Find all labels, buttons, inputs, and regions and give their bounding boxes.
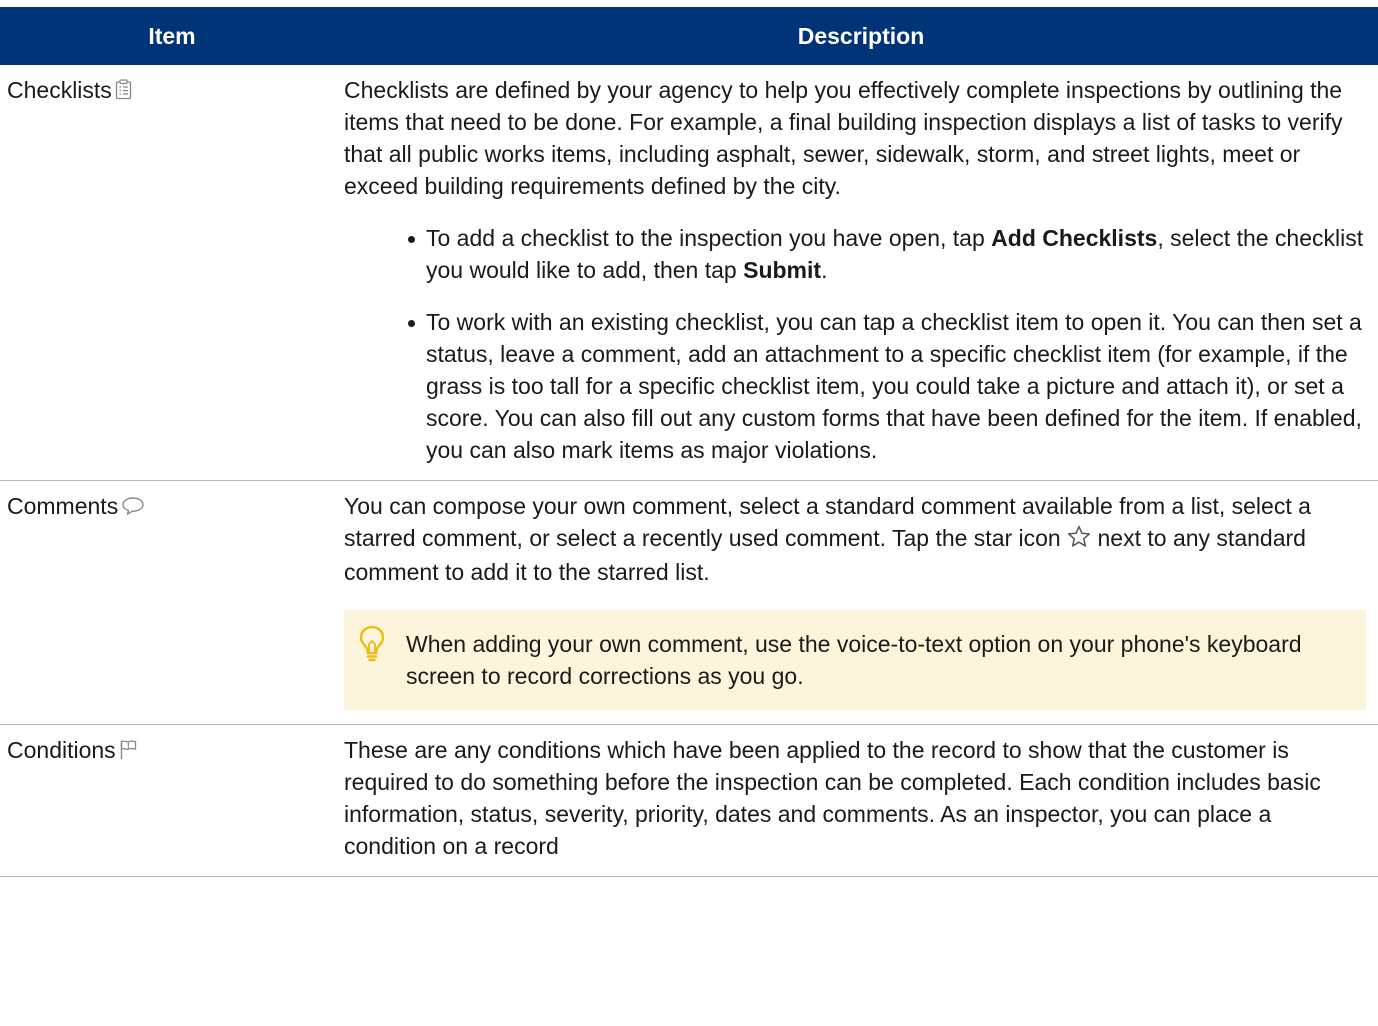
- description-paragraph: These are any conditions which have been…: [344, 737, 1321, 859]
- list-item: To work with an existing checklist, you …: [344, 306, 1366, 466]
- item-label: Comments: [7, 493, 119, 519]
- bullet-list: To add a checklist to the inspection you…: [344, 222, 1366, 466]
- description-cell: Checklists are defined by your agency to…: [344, 65, 1378, 481]
- column-header-item: Item: [0, 6, 344, 65]
- table-header-row: Item Description: [0, 6, 1378, 65]
- item-label: Checklists: [7, 77, 112, 103]
- table-row-comments: Comments You can compose your own commen…: [0, 480, 1378, 725]
- bold-term-submit: Submit: [743, 257, 822, 283]
- description-paragraph: You can compose your own comment, select…: [344, 490, 1366, 588]
- item-label: Conditions: [7, 737, 116, 763]
- list-item: To add a checklist to the inspection you…: [344, 222, 1366, 286]
- lightbulb-icon: [358, 624, 386, 670]
- comment-bubble-icon: [121, 492, 145, 524]
- description-cell: These are any conditions which have been…: [344, 724, 1378, 877]
- item-cell: Conditions: [0, 724, 344, 877]
- table-row-checklists: Checklists Checklists are defined by you…: [0, 65, 1378, 481]
- item-cell: Comments: [0, 480, 344, 725]
- checklist-icon: [115, 76, 132, 108]
- bullet-text: To work with an existing checklist, you …: [426, 309, 1362, 463]
- item-cell: Checklists: [0, 65, 344, 481]
- bold-term-add-checklists: Add Checklists: [991, 225, 1158, 251]
- description-paragraph: Checklists are defined by your agency to…: [344, 77, 1343, 199]
- reference-table: Item Description Checklists Checklists a…: [0, 6, 1378, 877]
- description-cell: You can compose your own comment, select…: [344, 480, 1378, 725]
- tip-callout: When adding your own comment, use the vo…: [344, 610, 1366, 710]
- table-row-conditions: Conditions These are any conditions whic…: [0, 724, 1378, 877]
- star-outline-icon: [1067, 524, 1091, 556]
- column-header-description: Description: [344, 6, 1378, 65]
- bullet-text: To add a checklist to the inspection you…: [426, 225, 992, 251]
- flag-icon: [119, 736, 137, 768]
- bullet-text: .: [821, 257, 828, 283]
- tip-text: When adding your own comment, use the vo…: [406, 631, 1302, 689]
